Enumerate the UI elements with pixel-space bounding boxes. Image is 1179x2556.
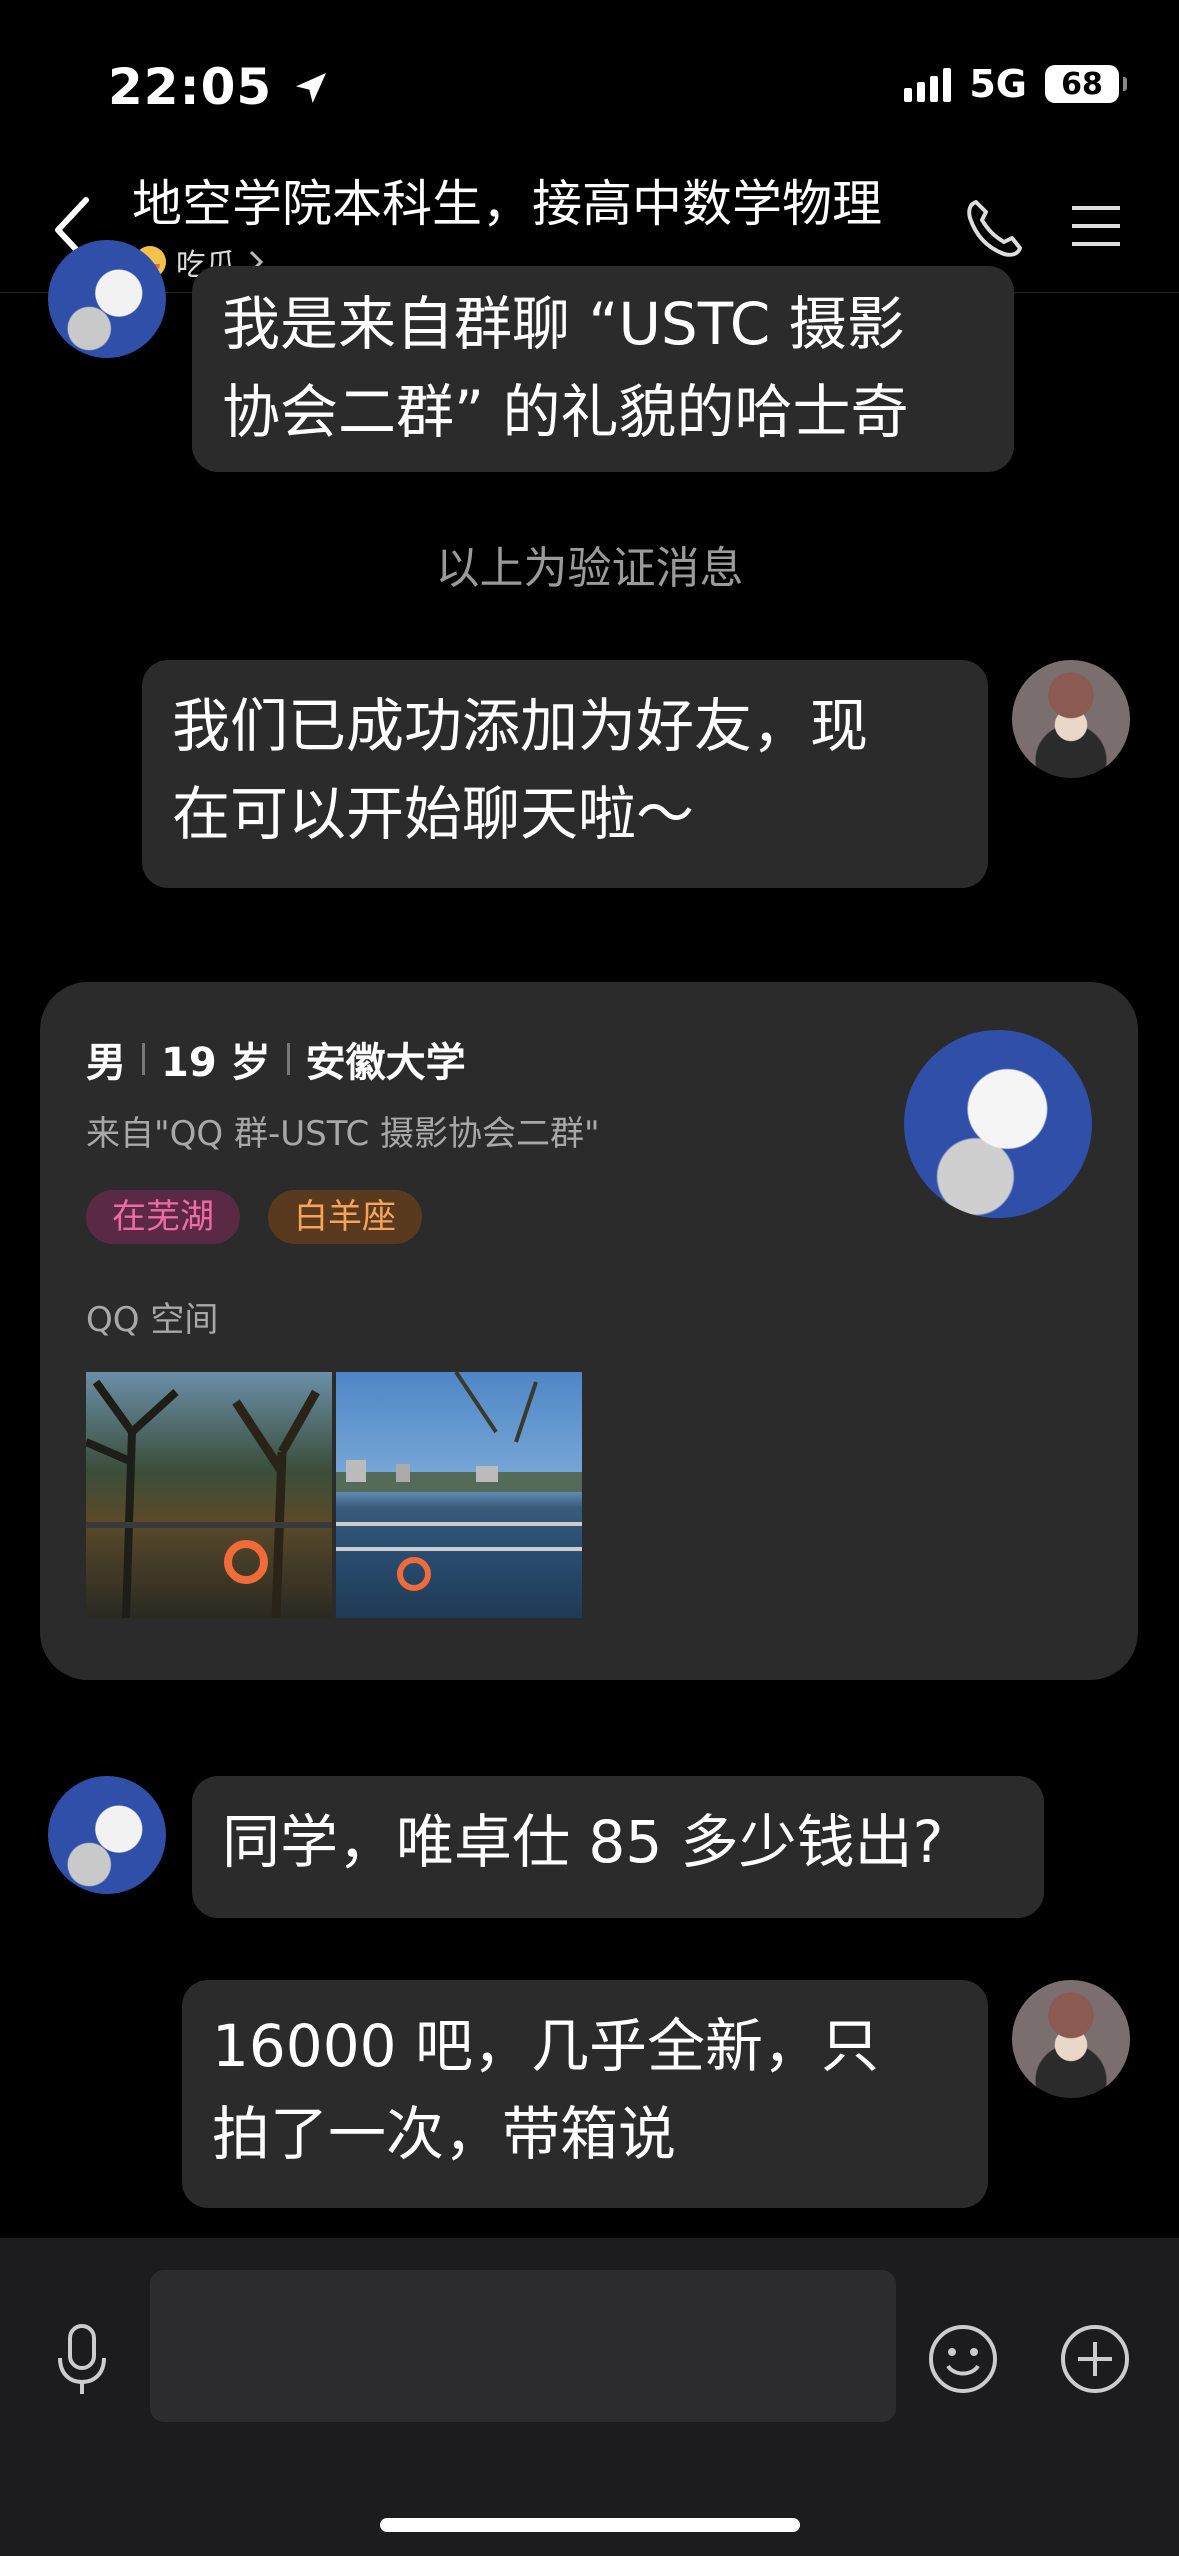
profile-age: 19 岁 — [161, 1040, 271, 1086]
profile-source: 来自"QQ 群-USTC 摄影协会二群" — [86, 1114, 600, 1154]
message-text-line: 同学，唯卓仕 85 多少钱出? — [222, 1808, 944, 1876]
info-separator — [142, 1043, 145, 1075]
qzone-photo[interactable] — [336, 1370, 582, 1618]
contact-avatar[interactable] — [48, 1776, 166, 1894]
message-bubble-outgoing[interactable]: 16000 吧，几乎全新，只 拍了一次，带箱说 — [182, 1980, 988, 2208]
message-text-line: 我是来自群聊 “USTC 摄影 — [222, 290, 905, 358]
battery-level: 68 — [1061, 66, 1103, 102]
info-separator — [286, 1043, 290, 1075]
signal-icon — [904, 66, 952, 102]
zodiac-tag[interactable]: 白羊座 — [268, 1190, 422, 1244]
phone-call-icon[interactable] — [962, 196, 1026, 260]
qzone-label: QQ 空间 — [86, 1300, 219, 1340]
my-avatar[interactable] — [1012, 660, 1130, 778]
network-type: 5G — [969, 62, 1027, 106]
lake-photo-icon — [336, 1370, 582, 1591]
emoji-icon[interactable] — [926, 2322, 1000, 2396]
status-indicators: 5G 68 — [904, 62, 1127, 106]
system-notice: 以上为验证消息 — [435, 543, 744, 594]
menu-icon[interactable] — [1068, 198, 1124, 254]
message-bubble-incoming[interactable]: 同学，唯卓仕 85 多少钱出? — [192, 1776, 1044, 1918]
battery-icon: 68 — [1045, 65, 1127, 103]
qzone-photo[interactable] — [84, 1372, 332, 1619]
message-bubble-outgoing[interactable]: 我们已成功添加为好友，现 在可以开始聊天啦～ — [142, 660, 988, 888]
status-time: 22:05 — [108, 58, 331, 116]
profile-gender: 男 — [86, 1040, 126, 1086]
location-tag[interactable]: 在芜湖 — [86, 1190, 240, 1244]
plus-icon[interactable] — [1058, 2322, 1132, 2396]
message-text-line: 我们已成功添加为好友，现 — [172, 692, 869, 760]
home-indicator — [380, 2518, 800, 2532]
microphone-icon[interactable] — [52, 2322, 112, 2398]
message-bubble-incoming[interactable]: 我是来自群聊 “USTC 摄影 协会二群” 的礼貌的哈士奇 — [192, 266, 1014, 472]
message-input[interactable] — [150, 2270, 896, 2422]
location-arrow-icon — [295, 73, 326, 103]
my-avatar[interactable] — [1012, 1980, 1130, 2098]
profile-card-avatar[interactable] — [904, 1030, 1092, 1218]
message-text-line: 在可以开始聊天啦～ — [172, 780, 695, 848]
tree-photo-icon — [84, 1379, 332, 1619]
profile-school: 安徽大学 — [305, 1040, 466, 1086]
message-text-line: 拍了一次，带箱说 — [212, 2100, 677, 2168]
contact-avatar[interactable] — [48, 240, 166, 358]
chat-title: 地空学院本科生，接高中数学物理 — [132, 175, 882, 233]
profile-basic-info: 男 19 岁 安徽大学 — [86, 1030, 466, 1088]
message-text-line: 16000 吧，几乎全新，只 — [212, 2012, 879, 2080]
message-text-line: 协会二群” 的礼貌的哈士奇 — [222, 378, 909, 446]
